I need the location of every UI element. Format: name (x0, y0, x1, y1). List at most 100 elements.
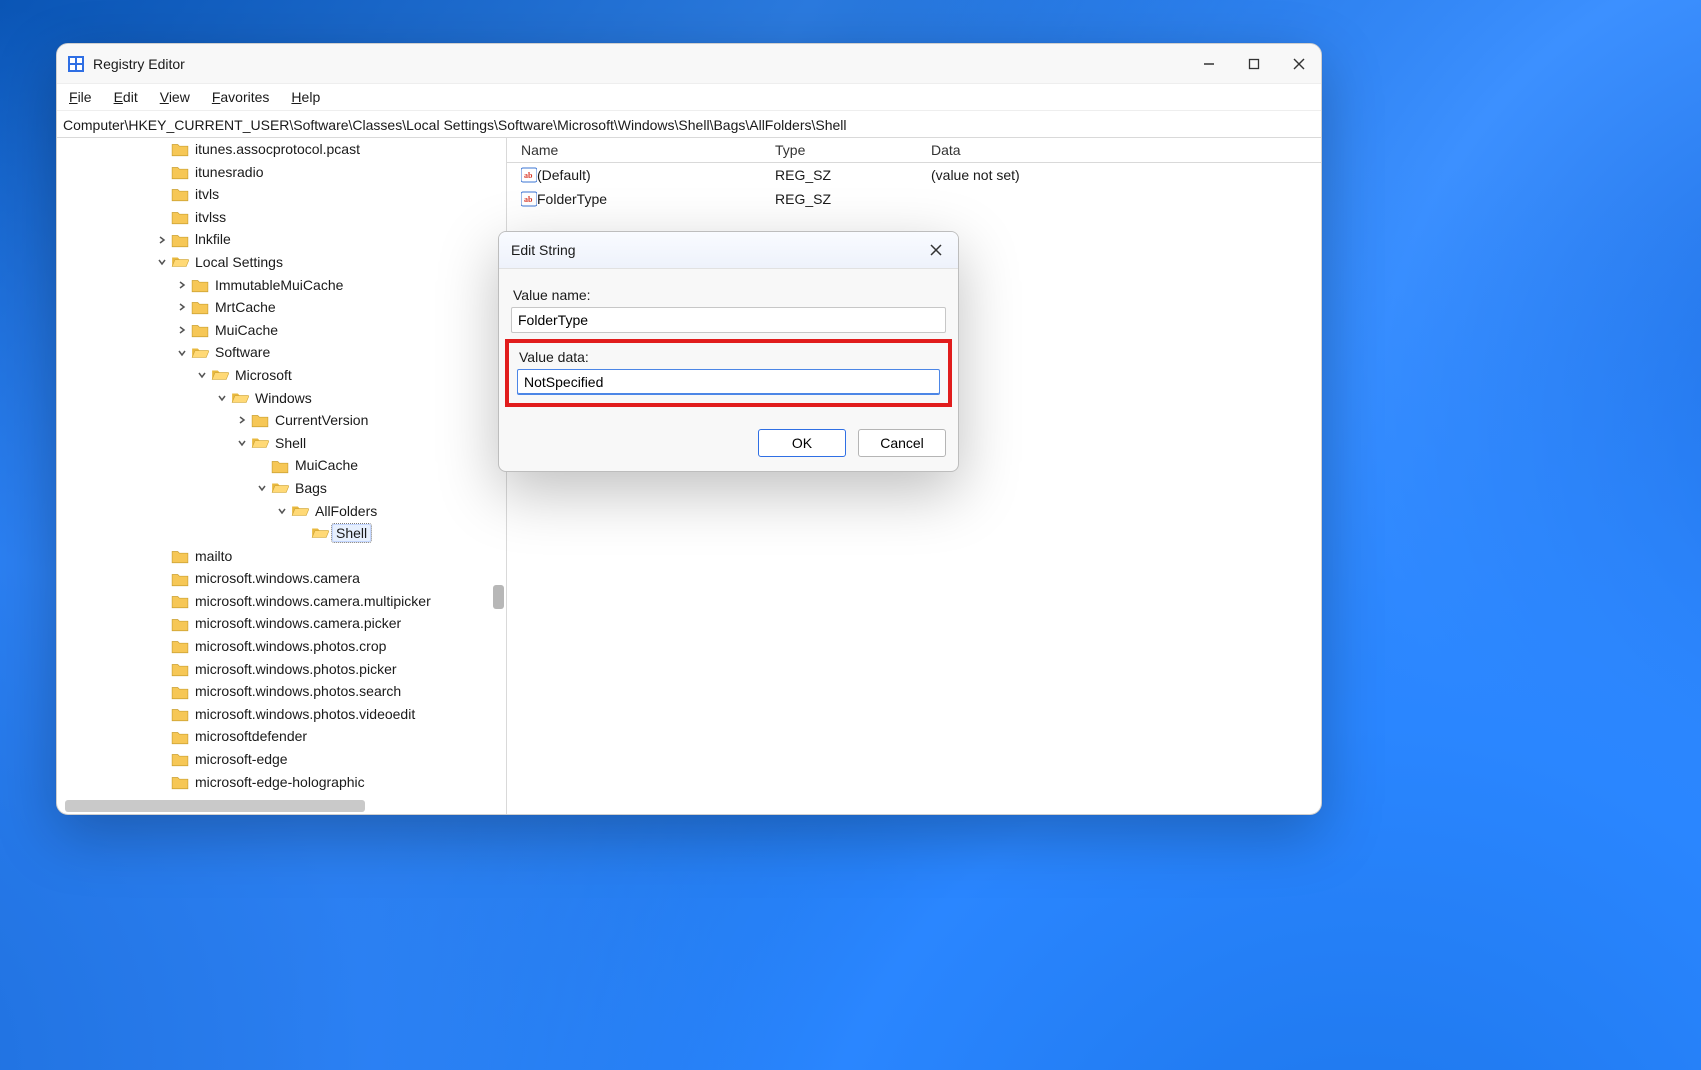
tree-item[interactable]: microsoftdefender (77, 725, 506, 748)
tree-item-label: Windows (255, 387, 312, 410)
value-data: (value not set) (923, 167, 1321, 183)
tree-item-label: MrtCache (215, 296, 276, 319)
chevron-right-icon[interactable] (177, 280, 191, 290)
chevron-down-icon[interactable] (217, 393, 231, 403)
tree-item[interactable]: itvls (77, 183, 506, 206)
column-type[interactable]: Type (767, 142, 923, 158)
tree-item[interactable]: microsoft.windows.camera (77, 567, 506, 590)
tree-item[interactable]: microsoft.windows.photos.crop (77, 635, 506, 658)
edit-string-dialog: Edit String Value name: Value data: OK C… (498, 231, 959, 472)
value-name-input[interactable] (511, 307, 946, 333)
tree-item-label: Local Settings (195, 251, 283, 274)
tree-item[interactable]: mailto (77, 545, 506, 568)
tree-item-label: MuiCache (215, 319, 278, 342)
tree-item-label: microsoft-edge-holographic (195, 771, 365, 794)
tree-item[interactable]: microsoft.windows.photos.videoedit (77, 703, 506, 726)
value-name: (Default) (537, 167, 591, 183)
chevron-down-icon[interactable] (277, 506, 291, 516)
close-button[interactable] (1276, 44, 1321, 83)
tree-item[interactable]: Shell (77, 432, 506, 455)
folder-icon (171, 706, 189, 722)
tree-item[interactable]: lnkfile (77, 228, 506, 251)
folder-open-icon (211, 367, 229, 383)
tree-item[interactable]: itunesradio (77, 161, 506, 184)
tree-item-label: microsoft.windows.camera.multipicker (195, 590, 431, 613)
tree-item[interactable]: Windows (77, 387, 506, 410)
tree-item[interactable]: itunes.assocprotocol.pcast (77, 138, 506, 161)
tree-item[interactable]: microsoft.windows.camera.picker (77, 612, 506, 635)
list-row[interactable]: (Default) REG_SZ(value not set) (507, 163, 1321, 187)
folder-icon (191, 322, 209, 338)
vertical-scroll-thumb[interactable] (493, 585, 504, 609)
minimize-button[interactable] (1186, 44, 1231, 83)
value-type: REG_SZ (767, 167, 923, 183)
tree-item-label: ImmutableMuiCache (215, 274, 343, 297)
folder-icon (171, 141, 189, 157)
chevron-right-icon[interactable] (177, 325, 191, 335)
column-data[interactable]: Data (923, 142, 1321, 158)
tree-item[interactable]: microsoft-edge-holographic (77, 771, 506, 794)
address-bar[interactable]: Computer\HKEY_CURRENT_USER\Software\Clas… (57, 111, 1321, 138)
tree-item-label: microsoft.windows.camera.picker (195, 612, 401, 635)
window-title: Registry Editor (93, 56, 185, 72)
maximize-button[interactable] (1231, 44, 1276, 83)
menu-view[interactable]: View (160, 89, 190, 105)
tree-item[interactable]: CurrentVersion (77, 409, 506, 432)
column-name[interactable]: Name (513, 142, 767, 158)
tree-item-label: AllFolders (315, 500, 377, 523)
list-row[interactable]: FolderTypeREG_SZ (507, 187, 1321, 211)
value-type: REG_SZ (767, 191, 923, 207)
menu-favorites[interactable]: Favorites (212, 89, 270, 105)
tree-item-label: Microsoft (235, 364, 292, 387)
dialog-titlebar[interactable]: Edit String (499, 232, 958, 269)
horizontal-scroll-thumb[interactable] (65, 800, 365, 812)
tree-view[interactable]: itunes.assocprotocol.pcastitunesradioitv… (77, 138, 506, 796)
tree-item[interactable]: microsoft.windows.photos.search (77, 680, 506, 703)
tree-item[interactable]: itvlss (77, 206, 506, 229)
tree-item[interactable]: MuiCache (77, 454, 506, 477)
tree-item[interactable]: MuiCache (77, 319, 506, 342)
folder-open-icon (271, 480, 289, 496)
tree-item[interactable]: Bags (77, 477, 506, 500)
titlebar[interactable]: Registry Editor (57, 44, 1321, 84)
folder-icon (171, 616, 189, 632)
folder-icon (191, 299, 209, 315)
tree-item-label: microsoft.windows.photos.crop (195, 635, 386, 658)
tree-item[interactable]: MrtCache (77, 296, 506, 319)
tree-item-label: itvlss (195, 206, 226, 229)
tree-item-label: Shell (335, 522, 371, 545)
chevron-down-icon[interactable] (177, 348, 191, 358)
dialog-close-button[interactable] (914, 232, 958, 268)
tree-item[interactable]: microsoft-edge (77, 748, 506, 771)
folder-icon (171, 729, 189, 745)
tree-item-label: microsoft.windows.photos.search (195, 680, 401, 703)
chevron-down-icon[interactable] (197, 370, 211, 380)
folder-icon (171, 661, 189, 677)
tree-item[interactable]: Local Settings (77, 251, 506, 274)
value-data-input[interactable] (517, 369, 940, 395)
tree-item-label: mailto (195, 545, 232, 568)
chevron-right-icon[interactable] (177, 302, 191, 312)
tree-item-label: microsoft-edge (195, 748, 288, 771)
ok-button[interactable]: OK (758, 429, 846, 457)
folder-icon (171, 164, 189, 180)
tree-item-label: itvls (195, 183, 219, 206)
list-header[interactable]: Name Type Data (507, 138, 1321, 163)
menu-help[interactable]: Help (291, 89, 320, 105)
chevron-down-icon[interactable] (157, 257, 171, 267)
tree-item[interactable]: AllFolders (77, 500, 506, 523)
tree-item[interactable]: Shell (77, 522, 506, 545)
menu-edit[interactable]: Edit (114, 89, 138, 105)
tree-item[interactable]: ImmutableMuiCache (77, 274, 506, 297)
cancel-button[interactable]: Cancel (858, 429, 946, 457)
chevron-down-icon[interactable] (257, 483, 271, 493)
tree-item[interactable]: Microsoft (77, 364, 506, 387)
chevron-down-icon[interactable] (237, 438, 251, 448)
tree-item[interactable]: Software (77, 341, 506, 364)
menu-file[interactable]: File (69, 89, 92, 105)
tree-item[interactable]: microsoft.windows.camera.multipicker (77, 590, 506, 613)
chevron-right-icon[interactable] (157, 235, 171, 245)
tree-item[interactable]: microsoft.windows.photos.picker (77, 658, 506, 681)
tree-item-label: itunesradio (195, 161, 264, 184)
chevron-right-icon[interactable] (237, 415, 251, 425)
